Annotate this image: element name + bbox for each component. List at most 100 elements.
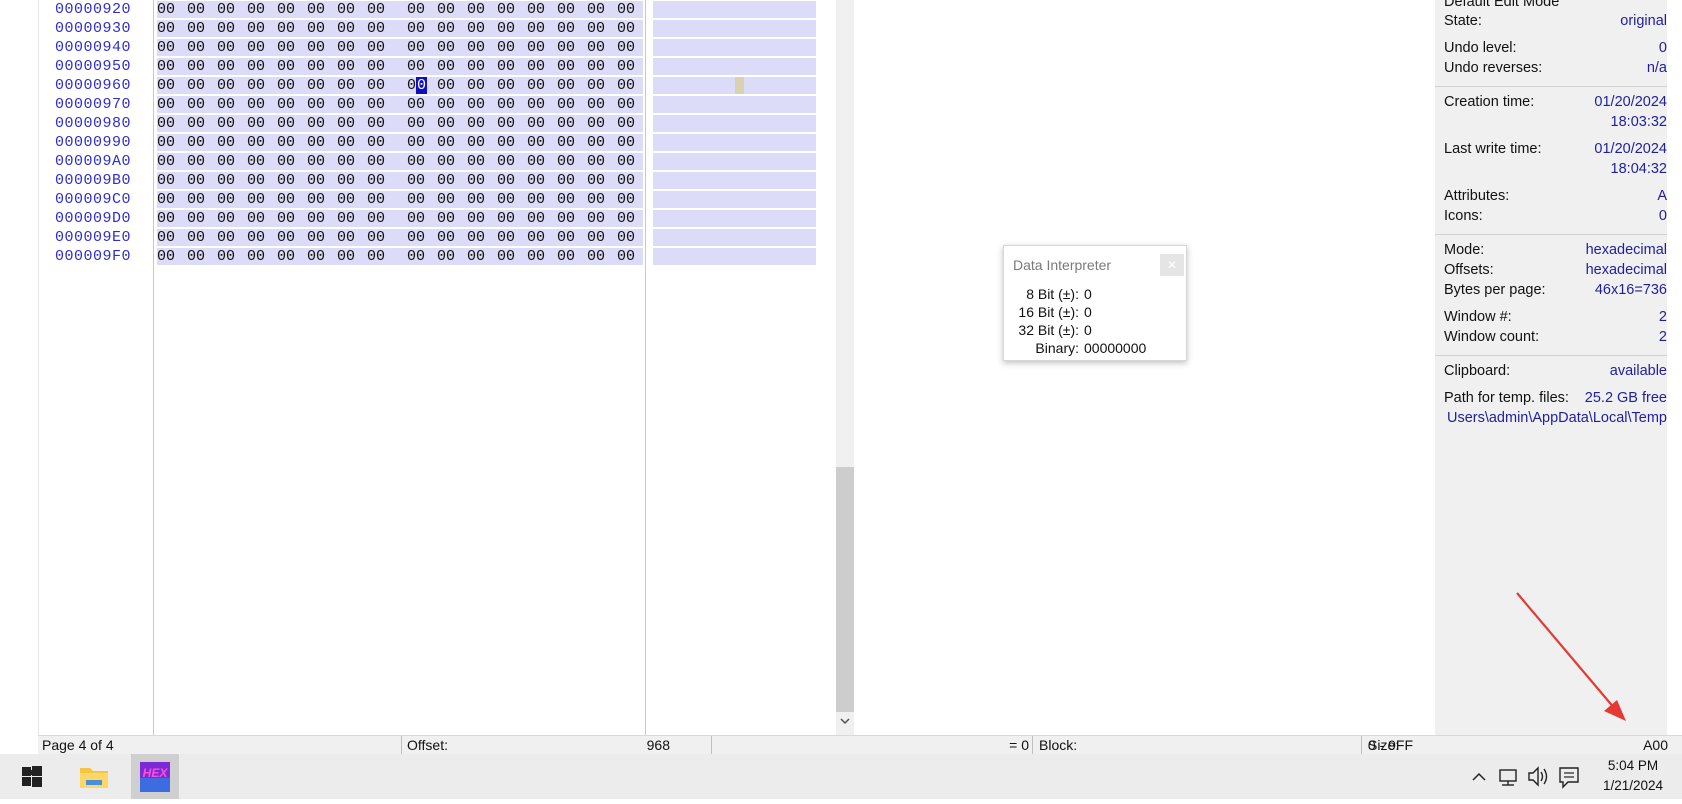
hex-byte[interactable]: 00 — [407, 209, 425, 228]
hex-byte[interactable]: 00 — [527, 38, 545, 57]
hex-byte[interactable]: 00 — [527, 95, 545, 114]
hex-row[interactable]: 00 00 00 00 00 00 00 00 00 00 00 00 00 00 00 00 — [157, 114, 680, 133]
text-column[interactable] — [653, 0, 816, 266]
hex-byte[interactable]: 00 — [497, 0, 515, 19]
hex-byte[interactable]: 00 — [407, 0, 425, 19]
hex-byte[interactable]: 00 — [157, 19, 175, 38]
hex-byte[interactable]: 00 — [467, 114, 485, 133]
hex-byte[interactable]: 00 — [337, 190, 355, 209]
hex-byte[interactable]: 00 — [277, 95, 295, 114]
hex-byte[interactable]: 00 — [557, 152, 575, 171]
hex-byte[interactable]: 00 — [367, 95, 385, 114]
hex-byte[interactable]: 00 — [337, 171, 355, 190]
hex-byte[interactable]: 00 — [587, 95, 605, 114]
hex-byte[interactable]: 00 — [277, 228, 295, 247]
hex-byte[interactable]: 00 — [307, 76, 325, 95]
file-explorer-icon[interactable] — [70, 754, 118, 799]
hex-byte[interactable]: 00 — [217, 114, 235, 133]
hex-byte[interactable]: 00 — [497, 76, 515, 95]
hex-byte[interactable]: 00 — [277, 114, 295, 133]
hex-byte[interactable]: 00 — [587, 228, 605, 247]
hex-byte[interactable]: 00 — [337, 133, 355, 152]
hex-byte[interactable]: 00 — [217, 133, 235, 152]
hex-byte[interactable]: 00 — [557, 190, 575, 209]
hex-byte[interactable]: 00 — [437, 95, 455, 114]
hex-byte[interactable]: 00 — [527, 19, 545, 38]
text-row[interactable] — [653, 95, 816, 114]
hex-byte[interactable]: 00 — [247, 57, 265, 76]
hex-row[interactable]: 00 00 00 00 00 00 00 00 00 00 00 00 00 00 00 00 — [157, 152, 680, 171]
text-row[interactable] — [653, 76, 816, 95]
hex-byte[interactable]: 00 — [337, 209, 355, 228]
hex-byte[interactable]: 00 — [437, 38, 455, 57]
hex-byte[interactable]: 00 — [157, 76, 175, 95]
hex-byte[interactable]: 00 — [307, 247, 325, 266]
hex-byte[interactable]: 00 — [587, 152, 605, 171]
hex-byte[interactable]: 00 — [467, 95, 485, 114]
text-row[interactable] — [653, 190, 816, 209]
hex-byte[interactable]: 00 — [187, 57, 205, 76]
hex-byte[interactable]: 00 — [307, 57, 325, 76]
hex-byte[interactable]: 00 — [497, 114, 515, 133]
hex-byte[interactable]: 00 — [587, 57, 605, 76]
hex-byte[interactable]: 00 — [217, 38, 235, 57]
text-row[interactable] — [653, 228, 816, 247]
hex-byte[interactable]: 00 — [527, 133, 545, 152]
hex-byte[interactable]: 00 — [247, 95, 265, 114]
hex-byte[interactable]: 00 — [587, 38, 605, 57]
text-row[interactable] — [653, 152, 816, 171]
hex-byte[interactable]: 00 — [307, 152, 325, 171]
hex-byte[interactable]: 00 — [557, 57, 575, 76]
hex-byte[interactable]: 00 — [307, 209, 325, 228]
hex-byte[interactable]: 00 — [307, 228, 325, 247]
hex-byte[interactable]: 00 — [187, 38, 205, 57]
hex-byte[interactable]: 00 — [277, 209, 295, 228]
hex-byte[interactable]: 00 — [527, 57, 545, 76]
hex-byte[interactable]: 00 — [587, 76, 605, 95]
hex-byte[interactable]: 00 — [527, 0, 545, 19]
hex-byte[interactable]: 00 — [467, 133, 485, 152]
hex-byte[interactable]: 00 — [337, 76, 355, 95]
hex-byte[interactable]: 00 — [407, 133, 425, 152]
hex-byte[interactable]: 00 — [437, 190, 455, 209]
hex-row[interactable]: 00 00 00 00 00 00 00 00 00 00 00 00 00 00 00 00 — [157, 76, 680, 95]
hex-byte[interactable]: 00 — [587, 209, 605, 228]
hex-byte[interactable]: 00 — [557, 114, 575, 133]
hex-byte[interactable]: 00 — [497, 95, 515, 114]
hex-byte[interactable]: 00 — [467, 57, 485, 76]
hex-byte[interactable]: 00 — [367, 114, 385, 133]
hex-byte[interactable]: 00 — [247, 114, 265, 133]
hex-byte[interactable]: 00 — [187, 190, 205, 209]
hex-byte[interactable]: 00 — [307, 190, 325, 209]
hex-byte[interactable]: 00 — [307, 133, 325, 152]
hex-byte[interactable]: 00 — [337, 19, 355, 38]
hex-row[interactable]: 00 00 00 00 00 00 00 00 00 00 00 00 00 00 00 00 — [157, 247, 680, 266]
hex-bytes-area[interactable]: 00 00 00 00 00 00 00 00 00 00 00 00 00 00 00 00 00 00 00 00… — [157, 0, 680, 266]
hex-byte[interactable]: 00 — [617, 247, 635, 266]
hex-byte[interactable]: 00 — [437, 133, 455, 152]
hex-byte[interactable]: 00 — [157, 57, 175, 76]
hex-byte[interactable]: 00 — [247, 171, 265, 190]
hex-byte[interactable]: 00 — [437, 19, 455, 38]
taskbar-time[interactable]: 5:04 PM — [1588, 758, 1678, 773]
hex-byte[interactable]: 00 — [527, 228, 545, 247]
hex-byte[interactable]: 00 — [527, 76, 545, 95]
hex-byte[interactable]: 00 — [367, 0, 385, 19]
hex-byte[interactable]: 00 — [437, 152, 455, 171]
hex-byte[interactable]: 00 — [307, 0, 325, 19]
hex-byte[interactable]: 00 — [367, 19, 385, 38]
hex-byte[interactable]: 00 — [277, 0, 295, 19]
hex-byte[interactable]: 00 — [187, 95, 205, 114]
hex-byte[interactable]: 00 — [337, 57, 355, 76]
hex-byte[interactable]: 00 — [617, 19, 635, 38]
hex-byte[interactable]: 00 — [557, 171, 575, 190]
hex-byte[interactable]: 00 — [187, 152, 205, 171]
text-row[interactable] — [653, 114, 816, 133]
hex-byte[interactable]: 00 — [467, 190, 485, 209]
hex-byte[interactable]: 00 — [157, 95, 175, 114]
hex-byte[interactable]: 00 — [247, 19, 265, 38]
hex-byte[interactable]: 00 — [617, 0, 635, 19]
hex-byte[interactable]: 00 — [437, 76, 455, 95]
hex-byte[interactable]: 00 — [437, 171, 455, 190]
hex-byte[interactable]: 00 — [527, 171, 545, 190]
